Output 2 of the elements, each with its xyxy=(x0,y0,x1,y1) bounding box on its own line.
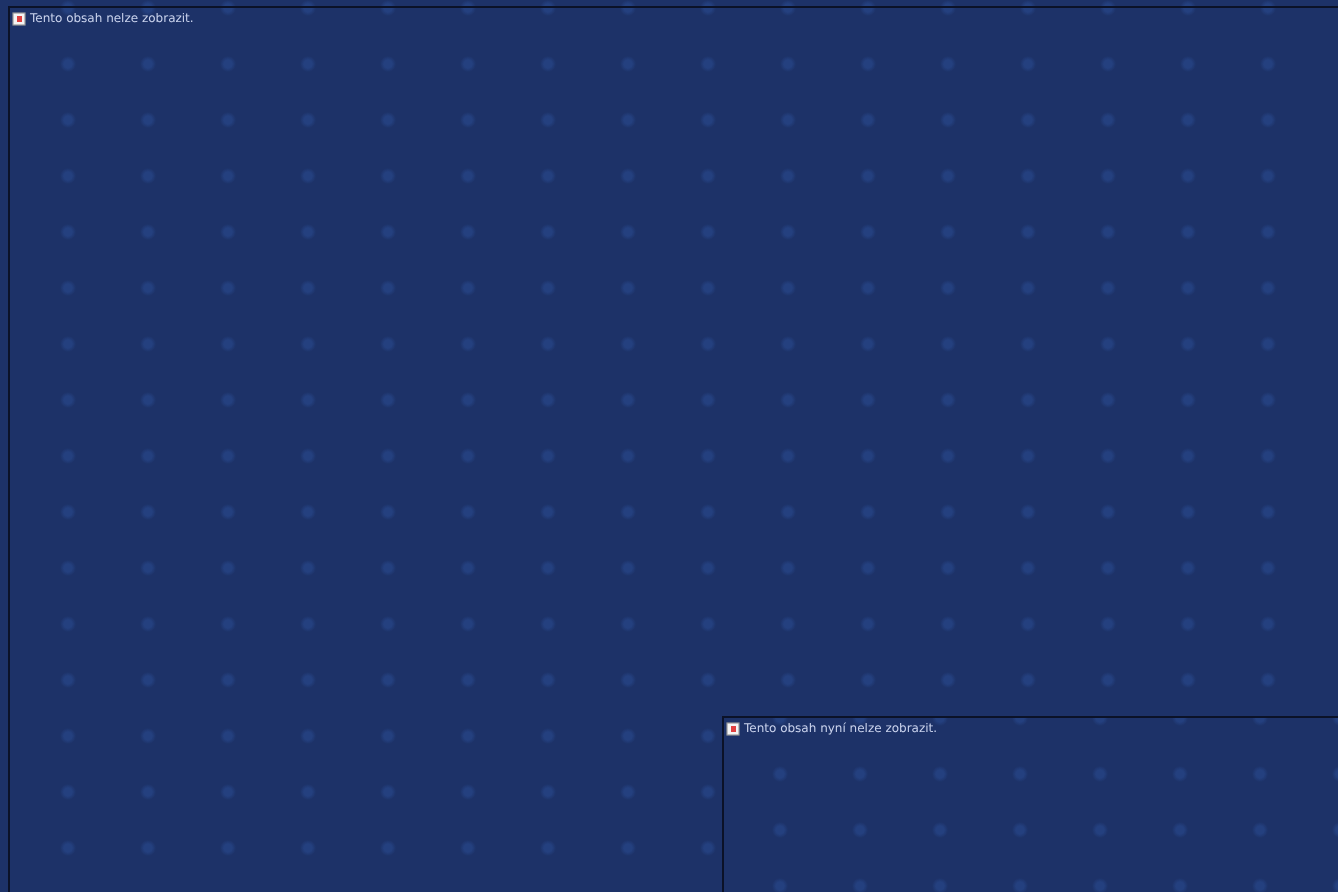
broken-image-icon xyxy=(726,722,740,736)
broken-image-icon xyxy=(12,12,26,26)
